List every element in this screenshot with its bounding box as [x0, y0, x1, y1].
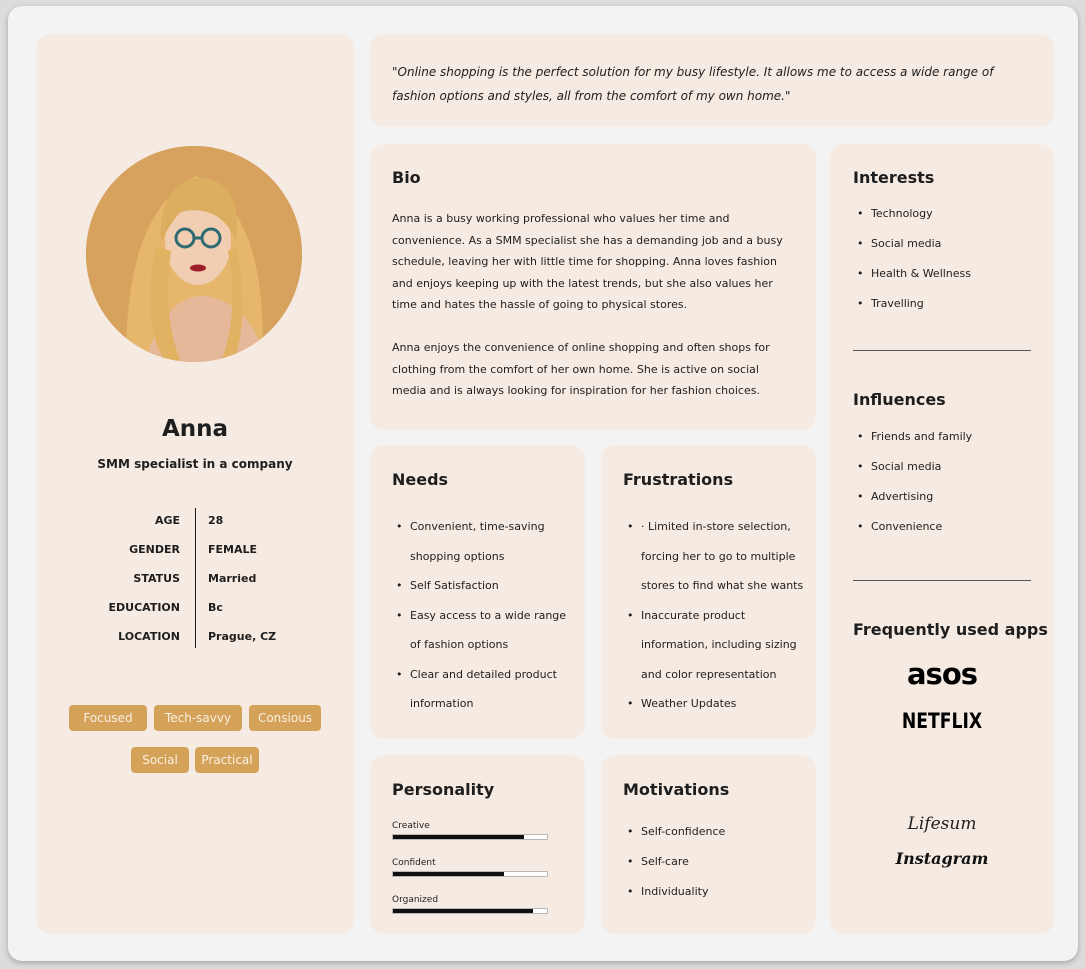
persona-quote: "Online shopping is the perfect solution… [370, 34, 1054, 127]
interests-list: Technology Social media Health & Wellnes… [853, 207, 971, 327]
section-divider [853, 580, 1031, 581]
trait-tag-tech-savvy: Tech-savvy [154, 705, 242, 731]
list-item: Health & Wellness [853, 267, 971, 297]
frustrations-list: · Limited in-store selection, forcing he… [623, 512, 807, 719]
attribute-row-location: LOCATION Prague, CZ [36, 630, 354, 646]
list-item: Social media [853, 237, 971, 267]
list-item: Advertising [853, 490, 972, 520]
bio-paragraph-1: Anna is a busy working professional who … [392, 212, 783, 312]
bio-card: Bio Anna is a busy working professional … [370, 144, 816, 430]
trait-tag-consious: Consious [249, 705, 321, 731]
attribute-value: Bc [208, 601, 223, 614]
frustrations-card: Frustrations · Limited in-store selectio… [601, 445, 816, 739]
trait-bar-confident [392, 871, 548, 877]
trait-bar-creative [392, 834, 548, 840]
trait-tag-practical: Practical [195, 747, 259, 773]
trait-label-confident: Confident [392, 858, 436, 868]
trait-bar-fill [393, 909, 534, 913]
list-item: · Limited in-store selection, forcing he… [623, 512, 807, 601]
section-divider [853, 350, 1031, 351]
list-item: Friends and family [853, 430, 972, 460]
trait-tag-social: Social [131, 747, 189, 773]
list-item: Self-care [623, 855, 725, 885]
frustrations-title: Frustrations [623, 470, 734, 489]
attribute-key: LOCATION [118, 630, 180, 643]
list-item: Inaccurate product information, includin… [623, 601, 807, 690]
list-item: Technology [853, 207, 971, 237]
asos-logo: asos [906, 657, 978, 691]
attribute-row-status: STATUS Married [36, 572, 354, 588]
trait-label-organized: Organized [392, 895, 439, 905]
list-item: Weather Updates [623, 689, 807, 719]
profile-photo [86, 146, 302, 362]
influences-title: Influences [853, 390, 946, 409]
apps-title: Frequently used apps [853, 620, 1048, 639]
netflix-logo: NETFLIX [901, 709, 983, 733]
lifesum-logo: Lifesum [907, 814, 977, 834]
persona-name: Anna [161, 416, 229, 442]
persona-attributes: AGE 28 GENDER FEMALE STATUS Married EDUC… [36, 508, 354, 650]
attribute-row-gender: GENDER FEMALE [36, 543, 354, 559]
needs-list: Convenient, time-saving shopping options… [392, 512, 572, 719]
list-item: Easy access to a wide range of fashion o… [392, 601, 572, 660]
attribute-row-education: EDUCATION Bc [36, 601, 354, 617]
trait-label-creative: Creative [392, 821, 430, 831]
needs-card: Needs Convenient, time-saving shopping o… [370, 445, 585, 739]
interests-card: Interests Technology Social media Health… [830, 144, 1054, 934]
list-item: Self Satisfaction [392, 571, 572, 601]
attribute-value: 28 [208, 514, 224, 527]
needs-title: Needs [392, 470, 449, 489]
list-item: Convenient, time-saving shopping options [392, 512, 572, 571]
bio-title: Bio [392, 168, 421, 187]
attribute-value: Married [208, 572, 257, 585]
list-item: Social media [853, 460, 972, 490]
trait-tag-focused: Focused [69, 705, 147, 731]
persona-board: Anna SMM specialist in a company AGE 28 … [8, 6, 1078, 961]
persona-role: SMM specialist in a company [97, 457, 293, 471]
motivations-list: Self-confidence Self-care Individuality [623, 825, 725, 915]
motivations-card: Motivations Self-confidence Self-care In… [601, 755, 816, 934]
trait-bar-fill [393, 872, 504, 876]
attribute-key: GENDER [129, 543, 180, 556]
bio-paragraph-2: Anna enjoys the convenience of online sh… [392, 341, 770, 398]
list-item: Convenience [853, 520, 972, 550]
list-item: Clear and detailed product information [392, 660, 572, 719]
attribute-value: Prague, CZ [208, 630, 277, 643]
attribute-row-age: AGE 28 [36, 514, 354, 530]
personality-title: Personality [392, 780, 495, 799]
influences-list: Friends and family Social media Advertis… [853, 430, 972, 550]
list-item: Individuality [623, 885, 725, 915]
list-item: Travelling [853, 297, 971, 327]
personality-card: Personality Creative Confident Organized [370, 755, 585, 934]
instagram-logo: Instagram [895, 849, 989, 868]
trait-bar-fill [393, 835, 524, 839]
attribute-value: FEMALE [208, 543, 258, 556]
attribute-key: EDUCATION [108, 601, 180, 614]
attribute-key: STATUS [133, 572, 180, 585]
list-item: Self-confidence [623, 825, 725, 855]
profile-card: Anna SMM specialist in a company AGE 28 … [36, 34, 354, 934]
interests-title: Interests [853, 168, 935, 187]
motivations-title: Motivations [623, 780, 730, 799]
trait-bar-organized [392, 908, 548, 914]
attribute-key: AGE [154, 514, 180, 527]
